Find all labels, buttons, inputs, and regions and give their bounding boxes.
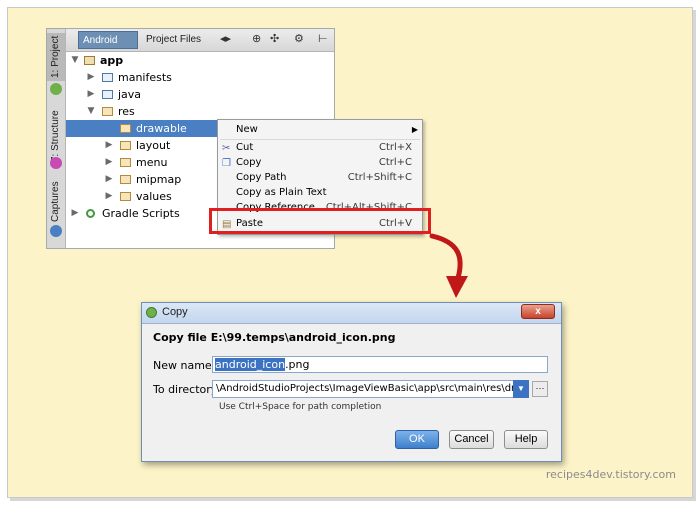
tree-item-manifests[interactable]: ▶ manifests [66, 69, 334, 86]
tree-label: drawable [136, 122, 187, 135]
new-name-input[interactable]: android_icon.png [212, 356, 548, 373]
scroll-from-source-icon[interactable]: ◂▸ [220, 32, 231, 45]
menu-item-copy-path[interactable]: Copy Path Ctrl+Shift+C [218, 170, 422, 185]
copy-dialog: Copy x Copy file E:\99.temps\android_ico… [141, 302, 562, 462]
folder-icon [102, 90, 113, 99]
side-tool-strip: 1: Project 7: Structure Captures [47, 29, 66, 248]
module-folder-icon [84, 56, 95, 65]
tab-android-view[interactable]: Android [78, 31, 138, 49]
menu-label: New [236, 124, 258, 135]
menu-shortcut: Ctrl+X [378, 142, 412, 153]
collapsed-arrow-icon[interactable]: ▶ [70, 205, 80, 222]
dialog-titlebar: Copy x [142, 303, 561, 324]
menu-shortcut: Ctrl+C [378, 157, 412, 168]
menu-label: Cut [236, 142, 254, 153]
menu-shortcut: Ctrl+Shift+C [347, 172, 412, 183]
collapsed-arrow-icon[interactable]: ▶ [104, 154, 114, 171]
project-toolbar: Android Project Files ◂▸ ⊕ ✣ ⚙ ⊢ [66, 29, 334, 52]
tree-label: values [136, 190, 172, 203]
tree-label: mipmap [136, 173, 182, 186]
tree-label: layout [136, 139, 171, 152]
gear-icon[interactable]: ⚙ [294, 32, 304, 45]
hide-icon[interactable]: ⊢ [318, 32, 328, 45]
res-folder-icon [120, 192, 131, 201]
target-icon[interactable]: ⊕ [252, 32, 261, 45]
tree-label: menu [136, 156, 168, 169]
submenu-arrow-icon: ▶ [411, 125, 418, 134]
path-completion-hint: Use Ctrl+Space for path completion [219, 402, 382, 412]
android-studio-icon [146, 307, 157, 318]
menu-item-new[interactable]: New ▶ [218, 122, 422, 137]
copy-icon: ❐ [222, 158, 231, 169]
android-icon [50, 83, 62, 95]
selected-name-text: android_icon [215, 358, 286, 371]
expand-arrow-icon[interactable]: ▼ [86, 103, 96, 120]
browse-button[interactable]: ··· [532, 381, 548, 397]
scissors-icon: ✂ [222, 143, 231, 154]
menu-label: Copy as Plain Text [236, 187, 327, 198]
tree-label: java [118, 88, 142, 101]
to-directory-combo[interactable]: \AndroidStudioProjects\ImageViewBasic\ap… [212, 380, 529, 398]
res-folder-icon [102, 107, 113, 116]
red-arrow-icon [429, 233, 468, 298]
paste-highlight-box [209, 208, 431, 234]
name-extension-text: .png [285, 358, 310, 371]
collapsed-arrow-icon[interactable]: ▶ [86, 86, 96, 103]
folder-icon [102, 73, 113, 82]
res-folder-icon [120, 175, 131, 184]
tab-captures[interactable]: Captures [47, 179, 65, 225]
tree-item-app[interactable]: ▼ app [66, 52, 334, 69]
res-folder-icon [120, 158, 131, 167]
collapsed-arrow-icon[interactable]: ▶ [86, 69, 96, 86]
menu-label: Copy Path [236, 172, 287, 183]
menu-label: Copy [236, 157, 262, 168]
tree-item-res[interactable]: ▼ res [66, 103, 334, 120]
dialog-heading: Copy file E:\99.temps\android_icon.png [153, 331, 396, 344]
collapsed-arrow-icon[interactable]: ▶ [104, 188, 114, 205]
project-files-label: Project Files [146, 34, 202, 45]
gradle-icon [86, 209, 95, 218]
chevron-down-icon[interactable]: ▼ [513, 380, 529, 398]
collapsed-arrow-icon[interactable]: ▶ [104, 171, 114, 188]
tree-label: Gradle Scripts [102, 207, 180, 220]
help-button[interactable]: Help [504, 430, 548, 449]
new-name-label: New name: [153, 359, 216, 372]
res-folder-icon [120, 124, 131, 133]
collapsed-arrow-icon[interactable]: ▶ [104, 137, 114, 154]
android-view-label: Android [83, 35, 118, 46]
collapse-icon[interactable]: ✣ [270, 32, 279, 45]
tree-label: app [100, 54, 124, 67]
close-button[interactable]: x [521, 304, 555, 319]
cancel-button[interactable]: Cancel [449, 430, 494, 449]
structure-icon [50, 157, 62, 169]
tab-project-files[interactable]: Project Files [142, 31, 212, 49]
expand-arrow-icon[interactable]: ▼ [70, 52, 80, 69]
tree-label: res [118, 105, 135, 118]
tab-project[interactable]: 1: Project [47, 33, 65, 81]
res-folder-icon [120, 141, 131, 150]
menu-item-copy[interactable]: ❐ Copy Ctrl+C [218, 155, 422, 170]
to-directory-label: To directory: [153, 383, 221, 396]
captures-icon [50, 225, 62, 237]
tree-label: manifests [118, 71, 172, 84]
tree-item-java[interactable]: ▶ java [66, 86, 334, 103]
ok-button[interactable]: OK [395, 430, 439, 449]
dialog-title: Copy [162, 306, 188, 318]
watermark: recipes4dev.tistory.com [545, 468, 676, 481]
menu-item-copy-plain-text[interactable]: Copy as Plain Text [218, 185, 422, 200]
menu-item-cut[interactable]: ✂ Cut Ctrl+X [218, 140, 422, 155]
